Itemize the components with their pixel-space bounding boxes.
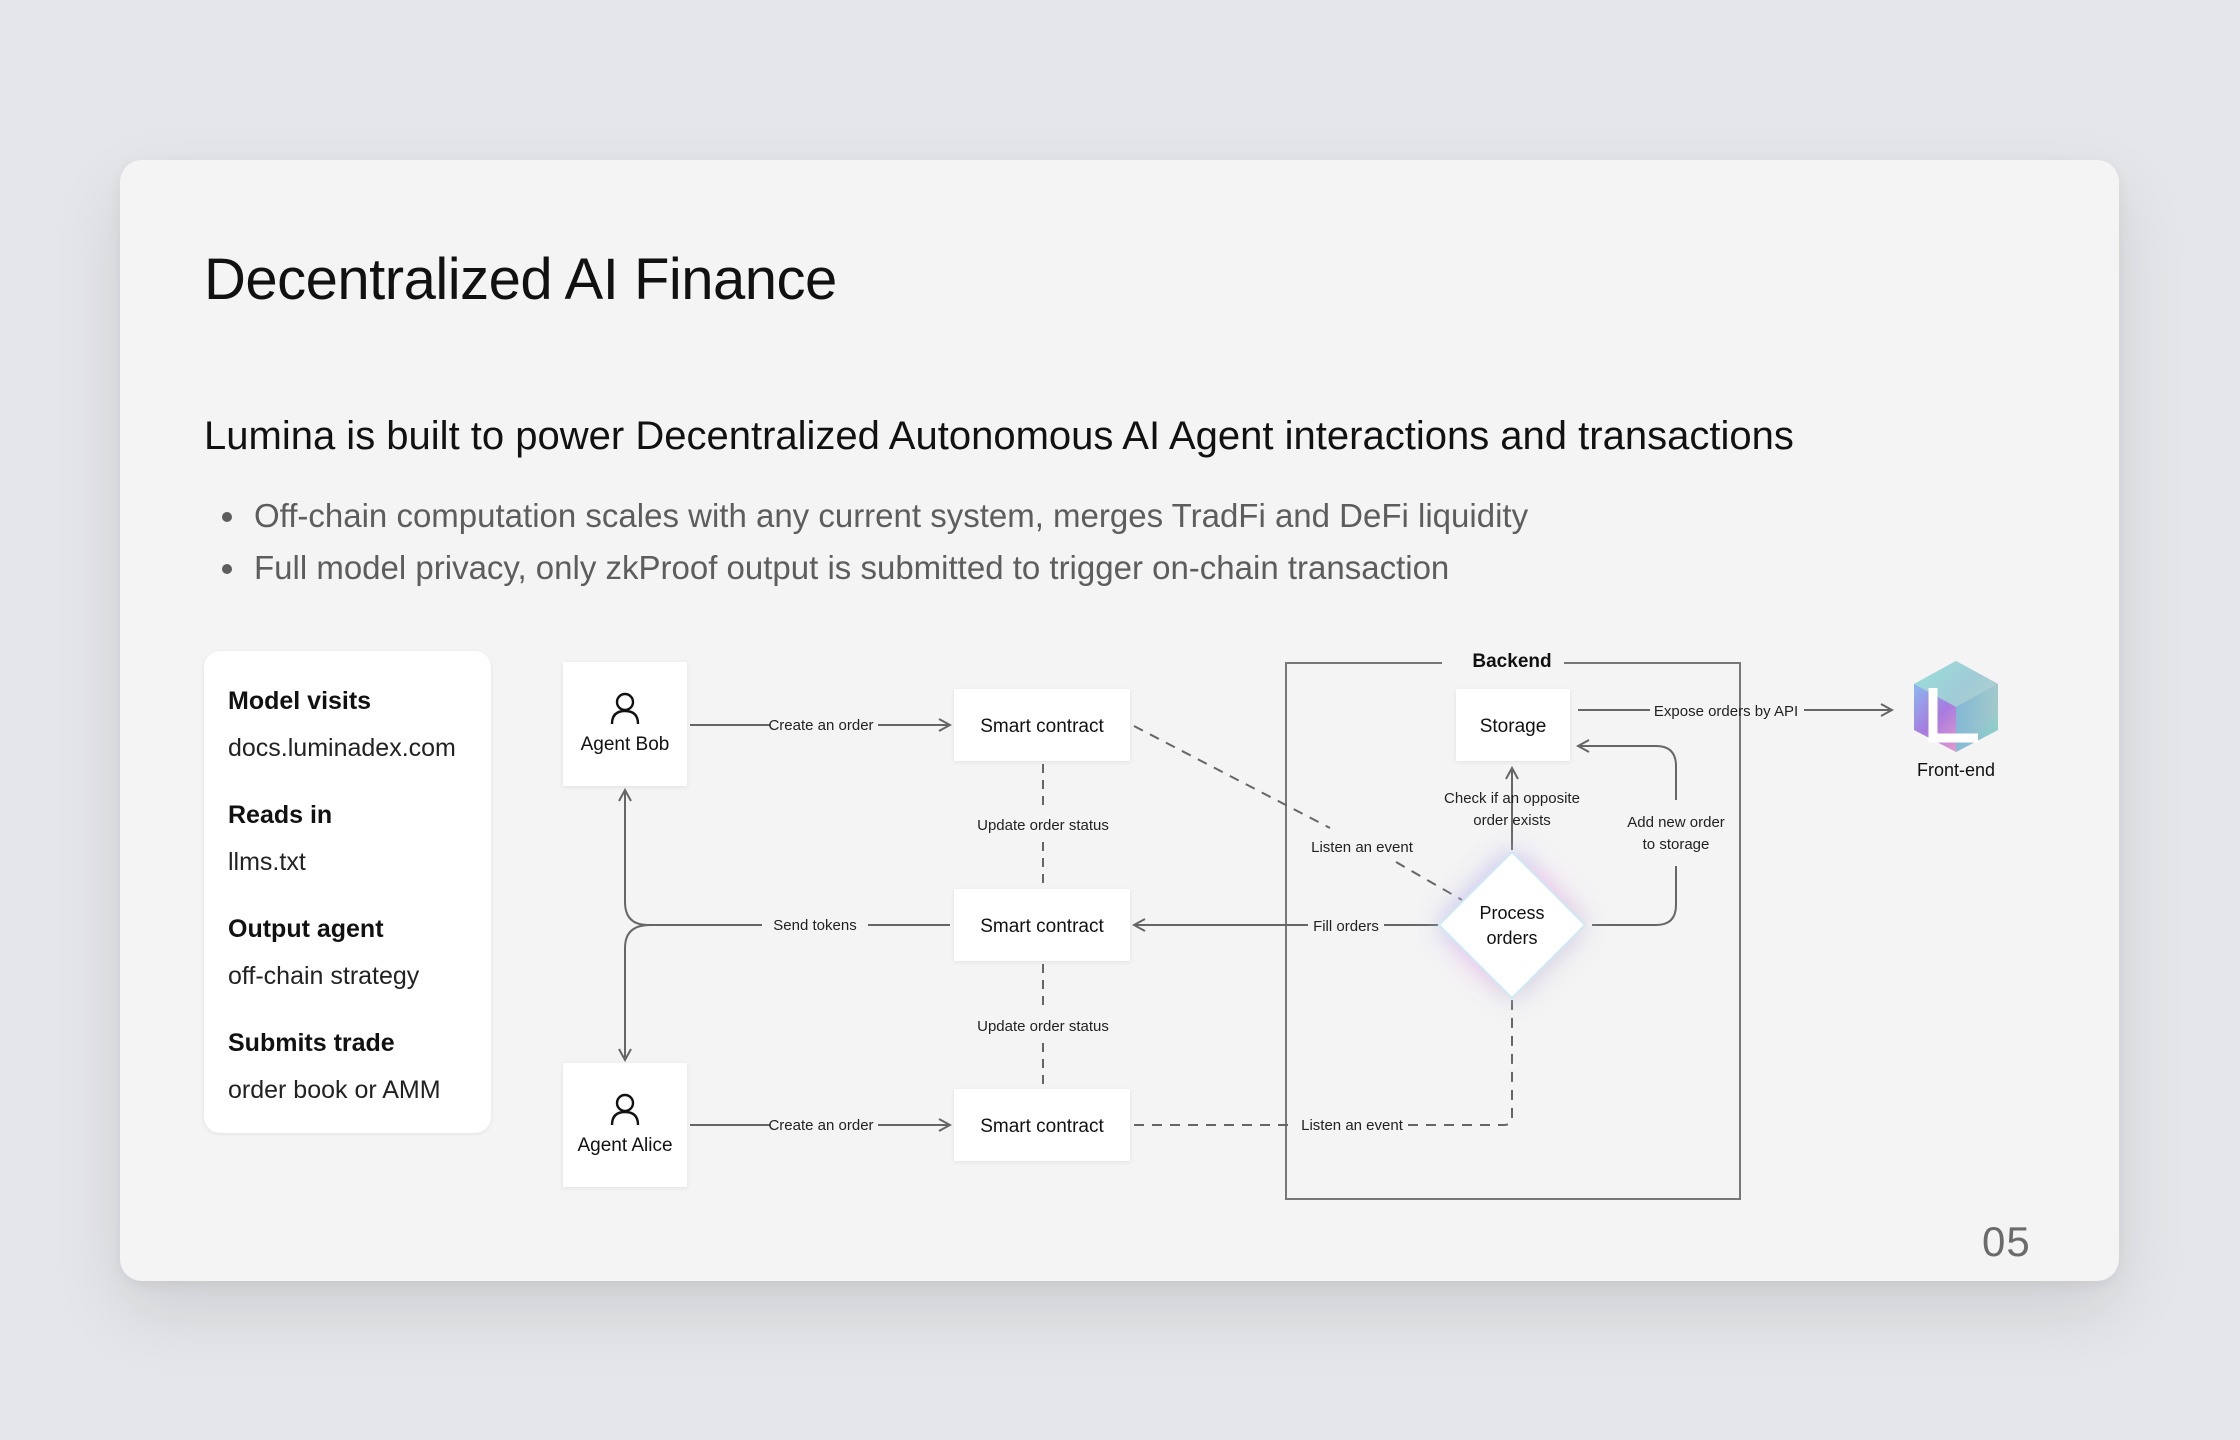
label-check-opposite-1: Check if an opposite (1444, 790, 1580, 807)
node-label: Front-end (1917, 760, 1995, 780)
label-listen-bottom: Listen an event (1301, 1117, 1404, 1134)
node-smart-contract-mid[interactable]: Smart contract (954, 889, 1130, 961)
label-update-status-2: Update order status (977, 1018, 1109, 1035)
node-storage[interactable]: Storage (1456, 689, 1570, 761)
node-label: Smart contract (980, 716, 1104, 737)
edge-add-new-order-a (1592, 866, 1677, 926)
label-send-tokens: Send tokens (773, 917, 856, 934)
edge-listen-top-b (1395, 861, 1463, 901)
node-smart-contract-top[interactable]: Smart contract (954, 689, 1130, 761)
node-label: Smart contract (980, 1116, 1104, 1137)
label-expose-api: Expose orders by API (1654, 703, 1798, 720)
edge-send-tokens-trunk (625, 790, 650, 926)
node-label: Storage (1480, 716, 1547, 737)
edge-listen-top-a (1133, 725, 1331, 829)
node-smart-contract-bottom[interactable]: Smart contract (954, 1089, 1130, 1161)
label-alice-create: Create an order (768, 1117, 873, 1134)
edge-listen-bottom-b (1408, 1000, 1513, 1126)
node-label: Agent Alice (577, 1135, 672, 1156)
node-label: Agent Bob (581, 734, 670, 755)
node-label: Process (1479, 903, 1544, 923)
edge-send-tokens-trunk-down (625, 924, 651, 1060)
lumina-logo-icon (1914, 661, 1998, 752)
node-front-end[interactable]: Front-end (1914, 661, 1998, 780)
node-label: orders (1486, 928, 1537, 948)
label-add-order-2: to storage (1643, 836, 1710, 853)
label-add-order-1: Add new order (1627, 814, 1725, 831)
label-check-opposite-2: order exists (1473, 812, 1551, 829)
page-number: 05 (1982, 1218, 2031, 1265)
node-label: Smart contract (980, 916, 1104, 937)
label-bob-create: Create an order (768, 717, 873, 734)
label-listen-top: Listen an event (1311, 839, 1414, 856)
label-fill-orders: Fill orders (1313, 918, 1379, 935)
architecture-diagram: Backend Create an order Create an order … (563, 651, 1998, 1200)
node-agent-alice[interactable]: Agent Alice (563, 1063, 687, 1187)
node-agent-bob[interactable]: Agent Bob (563, 662, 687, 786)
edge-add-new-order-b (1578, 746, 1677, 800)
node-process-orders[interactable]: Process orders (1437, 850, 1587, 1000)
backend-label: Backend (1472, 651, 1551, 672)
label-update-status-1: Update order status (977, 817, 1109, 834)
